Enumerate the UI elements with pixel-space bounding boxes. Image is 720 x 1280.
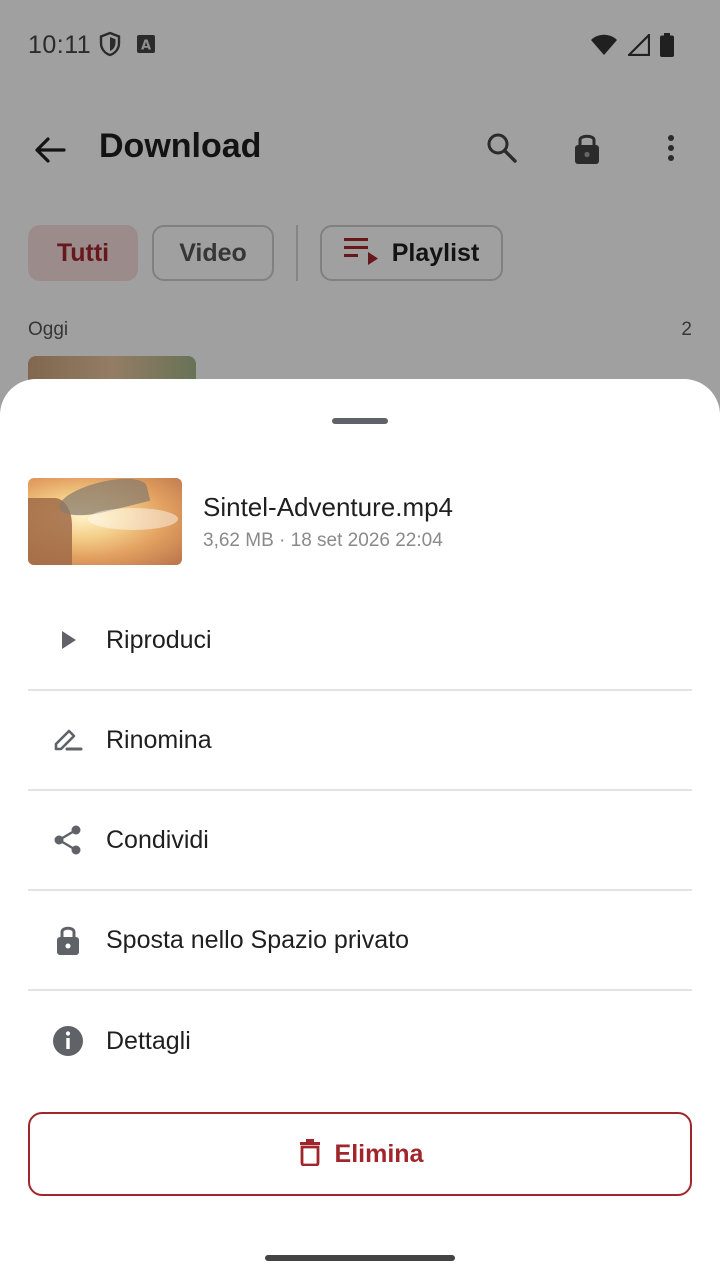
menu-item-label: Riproduci	[106, 625, 212, 654]
menu-item-rename[interactable]: Rinomina	[28, 691, 692, 791]
play-icon	[50, 622, 86, 658]
drag-handle[interactable]	[332, 418, 388, 424]
delete-button[interactable]: Elimina	[28, 1112, 692, 1196]
menu-item-play[interactable]: Riproduci	[28, 591, 692, 691]
menu-item-details[interactable]: Dettagli	[28, 991, 692, 1091]
gesture-nav-bar[interactable]	[265, 1255, 455, 1261]
menu-item-label: Condividi	[106, 825, 209, 854]
share-icon	[50, 822, 86, 858]
file-meta: 3,62 MB · 18 set 2026 22:04	[203, 530, 443, 551]
info-icon	[50, 1023, 86, 1059]
menu-item-label: Sposta nello Spazio privato	[106, 925, 409, 954]
rename-pencil-icon	[50, 722, 86, 758]
menu-item-label: Dettagli	[106, 1026, 191, 1055]
trash-icon	[297, 1138, 323, 1171]
menu-item-label: Rinomina	[106, 725, 212, 754]
bottom-sheet: Sintel-Adventure.mp4 3,62 MB · 18 set 20…	[0, 379, 720, 1280]
delete-label: Elimina	[334, 1139, 424, 1168]
menu-item-share[interactable]: Condividi	[28, 791, 692, 891]
file-header: Sintel-Adventure.mp4 3,62 MB · 18 set 20…	[28, 478, 692, 566]
action-menu: Riproduci Rinomina Condividi Sposta nell…	[28, 591, 692, 1091]
lock-icon	[50, 922, 86, 958]
file-thumbnail	[28, 478, 182, 565]
file-name: Sintel-Adventure.mp4	[203, 492, 454, 522]
menu-item-move-private[interactable]: Sposta nello Spazio privato	[28, 891, 692, 991]
